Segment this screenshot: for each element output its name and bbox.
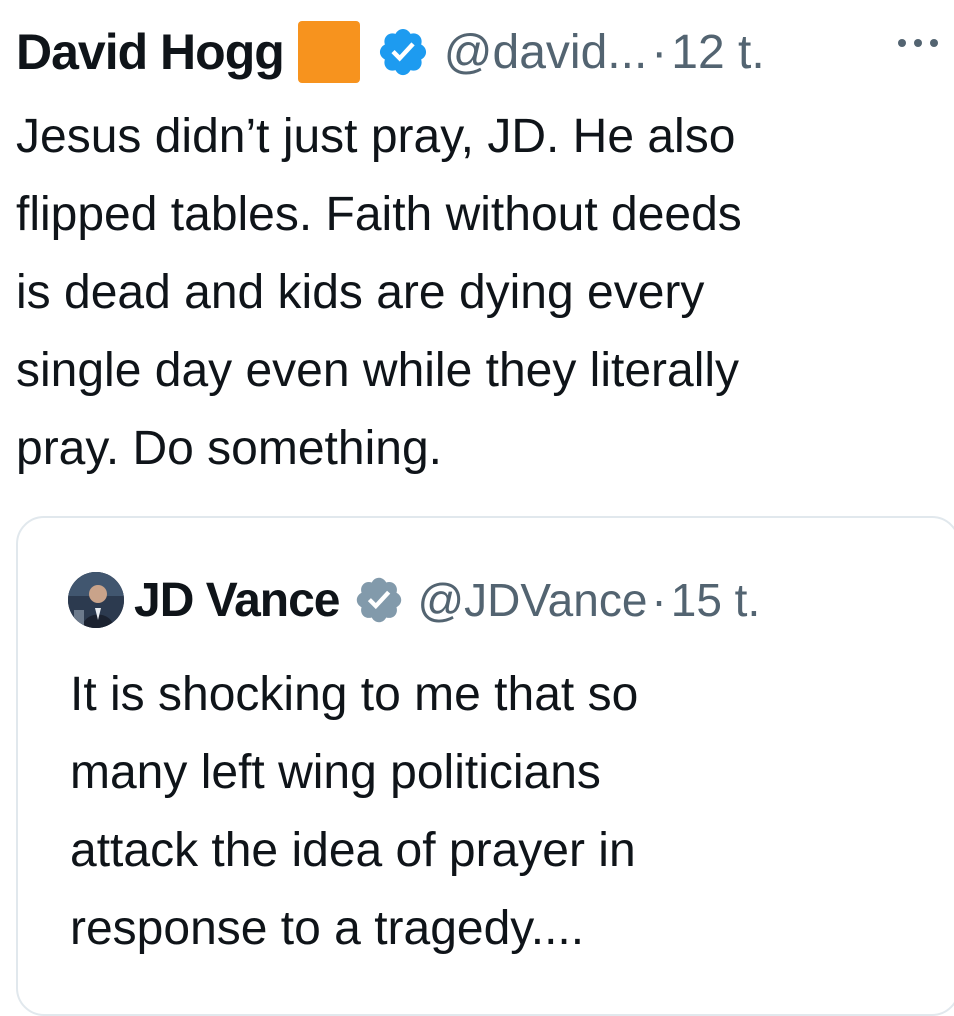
separator-dot: · <box>651 574 667 626</box>
tweet-text-line: pray. Do something. <box>16 422 442 475</box>
quoted-author-name[interactable]: JD Vance <box>134 573 340 628</box>
quoted-author-handle[interactable]: @JDVance <box>417 573 647 627</box>
tweet-text-line: single day even while they literally <box>16 344 740 397</box>
quoted-tweet-card[interactable]: JD Vance @JDVance · 15 t. It is shocking… <box>16 516 954 1016</box>
orange-square-emoji <box>297 21 360 83</box>
verified-badge-icon <box>379 28 426 76</box>
more-options-icon[interactable] <box>898 28 938 58</box>
tweet-text-line: flipped tables. Faith without deeds <box>16 188 742 241</box>
tweet-header: David Hogg @david... · 12 t. <box>16 20 765 84</box>
avatar[interactable] <box>68 572 124 628</box>
tweet-text: Jesus didn’t just pray, JD. He also flip… <box>16 98 936 488</box>
avatar-image <box>68 572 124 628</box>
tweet-text-line: Jesus didn’t just pray, JD. He also <box>16 110 736 163</box>
tweet[interactable]: David Hogg @david... · 12 t. Jesus didn’… <box>0 0 954 1016</box>
quoted-tweet-text: It is shocking to me that so many left w… <box>70 656 890 968</box>
quoted-text-line: attack the idea of prayer in <box>70 824 636 877</box>
quoted-text-line: It is shocking to me that so <box>70 668 639 721</box>
quoted-text-line: many left wing politicians <box>70 746 601 799</box>
gray-verified-badge-icon <box>357 577 402 623</box>
tweet-text-line: is dead and kids are dying every <box>16 266 705 319</box>
quoted-tweet-header: JD Vance @JDVance · 15 t. <box>68 570 760 630</box>
quoted-timestamp[interactable]: 15 t. <box>671 573 761 627</box>
quoted-text-line: response to a tragedy.... <box>70 902 585 955</box>
separator-dot: · <box>651 25 668 79</box>
timestamp[interactable]: 12 t. <box>671 25 764 80</box>
author-handle[interactable]: @david... <box>444 25 647 80</box>
author-name[interactable]: David Hogg <box>16 23 285 81</box>
